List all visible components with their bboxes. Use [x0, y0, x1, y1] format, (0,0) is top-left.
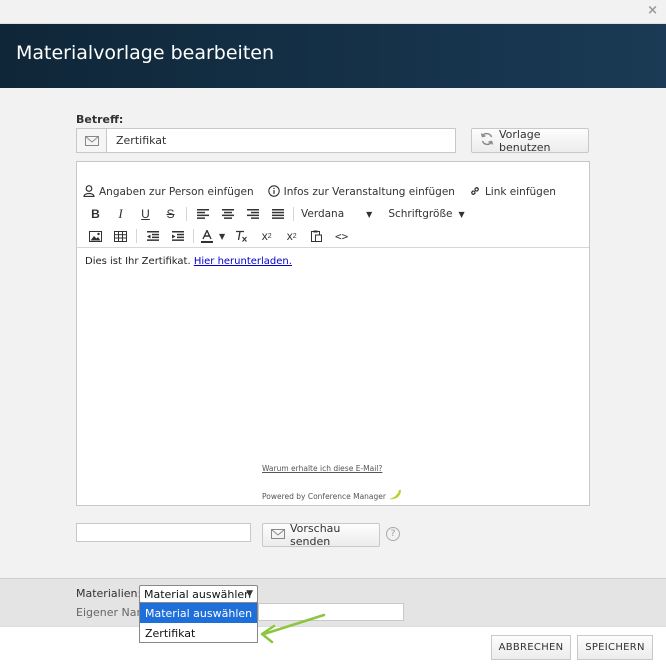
- send-preview-button[interactable]: Vorschau senden: [262, 522, 380, 548]
- align-right-icon[interactable]: [240, 204, 265, 224]
- rich-text-editor: Angaben zur Person einfügen Infos zur Ve…: [76, 161, 590, 506]
- caret-down-icon: ▼: [458, 209, 465, 219]
- conference-manager-logo-icon: [388, 489, 402, 503]
- outdent-icon[interactable]: [140, 226, 165, 246]
- image-icon[interactable]: [83, 226, 108, 246]
- toolbar-separator: [186, 207, 187, 221]
- table-icon[interactable]: [108, 226, 133, 246]
- subject-input[interactable]: [108, 129, 455, 152]
- subject-label: Betreff:: [76, 113, 124, 126]
- indent-icon[interactable]: [165, 226, 190, 246]
- strikethrough-button[interactable]: S: [158, 204, 183, 224]
- download-link[interactable]: Hier herunterladen.: [194, 256, 292, 267]
- toolbar-row-insert-objects: ▼ x2 x2 <>: [83, 226, 354, 246]
- body-text: Dies ist Ihr Zertifikat.: [85, 256, 191, 267]
- cancel-button[interactable]: ABBRECHEN: [491, 635, 571, 660]
- align-justify-icon[interactable]: [265, 204, 290, 224]
- help-icon[interactable]: ?: [386, 527, 400, 541]
- italic-button[interactable]: I: [108, 204, 133, 224]
- dialog-content: Betreff: Vorlage benutzen Angaben zur Pe…: [0, 88, 666, 578]
- materials-label: Materialien:: [76, 587, 142, 600]
- materials-dropdown: Material auswählen Zertifikat: [139, 602, 258, 643]
- editor-content[interactable]: Dies ist Ihr Zertifikat. Hier herunterla…: [85, 256, 292, 267]
- insert-link-button[interactable]: Link einfügen: [469, 185, 556, 200]
- font-family-select[interactable]: Verdana ▼: [301, 208, 372, 220]
- bold-button[interactable]: B: [83, 204, 108, 224]
- source-code-icon[interactable]: <>: [329, 226, 354, 246]
- materials-select-value: Material auswählen: [144, 587, 252, 601]
- align-center-icon[interactable]: [215, 204, 240, 224]
- font-size-label: Schriftgröße: [388, 208, 453, 220]
- powered-by-footer: Powered by Conference Manager: [262, 489, 402, 503]
- refresh-icon: [480, 132, 494, 149]
- toolbar-row-format: B I U S Verdana ▼ Schriftgröße ▼: [83, 204, 465, 224]
- caret-down-icon: ▼: [246, 589, 253, 599]
- dialog-header: Materialvorlage bearbeiten: [0, 24, 666, 88]
- own-name-label: Eigener Nam: [76, 606, 148, 619]
- insert-person-label: Angaben zur Person einfügen: [99, 186, 254, 198]
- envelope-icon: [77, 129, 107, 152]
- insert-event-info-label: Infos zur Veranstaltung einfügen: [283, 186, 455, 198]
- info-icon: [267, 184, 280, 200]
- materials-panel: Materialien: Material auswählen ▼ Eigene…: [0, 578, 666, 626]
- insert-event-info-button[interactable]: Infos zur Veranstaltung einfügen: [267, 184, 455, 200]
- envelope-icon: [271, 528, 285, 542]
- toolbar-separator: [193, 229, 194, 243]
- materials-select[interactable]: Material auswählen ▼: [139, 585, 258, 603]
- font-family-value: Verdana: [301, 208, 345, 220]
- insert-person-button[interactable]: Angaben zur Person einfügen: [83, 184, 254, 200]
- powered-by-text: Powered by Conference Manager: [262, 491, 386, 501]
- dialog-title: Materialvorlage bearbeiten: [16, 42, 274, 64]
- preview-email-input[interactable]: [76, 523, 251, 542]
- subject-field[interactable]: [76, 128, 456, 153]
- window-topbar: ×: [0, 0, 666, 24]
- align-left-icon[interactable]: [190, 204, 215, 224]
- use-template-label: Vorlage benutzen: [499, 127, 551, 154]
- toolbar-separator: [293, 207, 294, 221]
- why-email-link[interactable]: Warum erhalte ich diese E-Mail?: [262, 464, 382, 473]
- subscript-icon[interactable]: x2: [254, 226, 279, 246]
- person-icon: [83, 184, 95, 200]
- link-icon: [469, 185, 481, 200]
- save-button[interactable]: SPEICHERN: [577, 635, 653, 660]
- toolbar-separator: [136, 229, 137, 243]
- superscript-icon[interactable]: x2: [279, 226, 304, 246]
- insert-link-label: Link einfügen: [484, 186, 556, 198]
- clear-format-icon[interactable]: [229, 226, 254, 246]
- dropdown-option[interactable]: Material auswählen: [140, 603, 257, 623]
- caret-down-icon: ▼: [366, 209, 373, 219]
- send-preview-label: Vorschau senden: [290, 522, 341, 548]
- use-template-button[interactable]: Vorlage benutzen: [471, 127, 589, 154]
- dialog-footer: ABBRECHEN SPEICHERN: [0, 626, 666, 667]
- dropdown-option[interactable]: Zertifikat: [140, 623, 257, 643]
- font-size-select[interactable]: Schriftgröße ▼: [388, 208, 464, 220]
- caret-down-icon[interactable]: ▼: [219, 232, 225, 241]
- close-icon[interactable]: ×: [647, 4, 658, 18]
- editor-toolbar: Angaben zur Person einfügen Infos zur Ve…: [77, 162, 589, 248]
- annotation-arrow-icon: [260, 613, 326, 644]
- paste-icon[interactable]: [304, 226, 329, 246]
- toolbar-row-insert: Angaben zur Person einfügen Infos zur Ve…: [83, 182, 570, 202]
- text-color-icon[interactable]: [197, 226, 217, 246]
- underline-button[interactable]: U: [133, 204, 158, 224]
